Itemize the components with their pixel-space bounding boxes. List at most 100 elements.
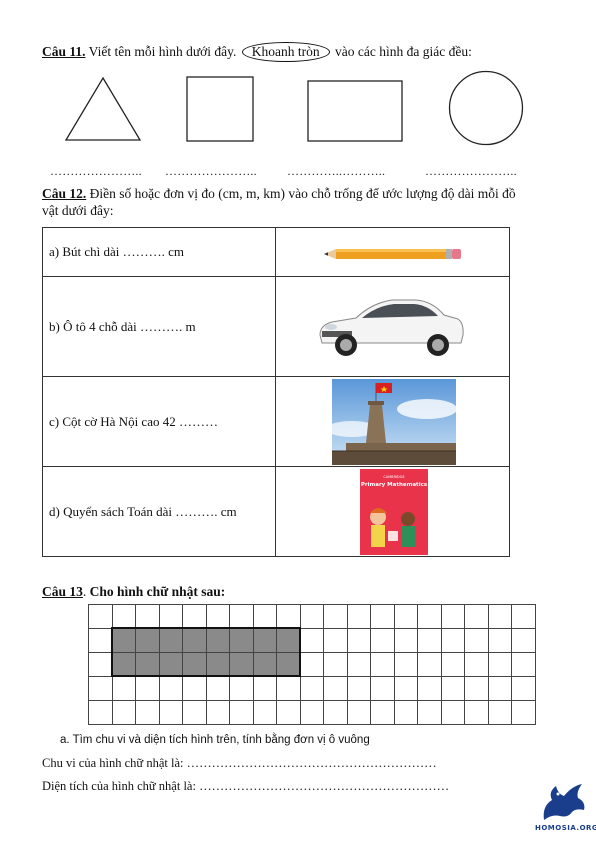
pencil-icon <box>324 249 461 259</box>
grid-cell <box>464 628 489 653</box>
grid-cell <box>346 628 371 653</box>
circle-icon <box>448 70 524 146</box>
grid-cell <box>252 700 277 725</box>
grid-cell <box>88 604 113 629</box>
q11-number: Câu 11. <box>42 44 86 59</box>
grid-cell <box>464 604 489 629</box>
grid-cell <box>346 676 371 701</box>
math-book-title: Primary Mathematics <box>360 482 428 488</box>
grid-row <box>88 652 536 677</box>
flag-tower-image <box>275 376 510 467</box>
grid-cell <box>205 604 230 629</box>
q13-grid <box>88 604 536 725</box>
grid-cell <box>299 652 324 677</box>
q12-row-c: c) Cột cờ Hà Nội cao 42 ……… <box>42 376 510 467</box>
q11-text-after: vào các hình đa giác đều: <box>335 44 472 59</box>
q13-perimeter-line[interactable]: Chu vi của hình chữ nhật là: ……………………………… <box>42 756 437 771</box>
grid-cell <box>417 628 442 653</box>
grid-cell <box>417 652 442 677</box>
math-book-cover: CAMBRIDGE Primary Mathematics <box>360 469 428 555</box>
grid-cell <box>511 652 536 677</box>
grid-cell-filled <box>205 628 230 653</box>
q12-text-line1: Điền số hoặc đơn vị đo (cm, m, km) vào c… <box>89 186 516 201</box>
grid-cell <box>417 676 442 701</box>
homosia-logo-icon <box>543 784 585 820</box>
q13-title: Cho hình chữ nhật sau: <box>89 584 226 599</box>
q12-row-a: a) Bút chì dài ………. cm <box>42 227 510 277</box>
grid-cell <box>182 676 207 701</box>
grid-cell <box>487 676 512 701</box>
grid-cell <box>487 604 512 629</box>
q12-table: a) Bút chì dài ………. cm b) Ô tô 4 chỗ dài… <box>42 227 510 557</box>
grid-row <box>88 628 536 653</box>
grid-cell <box>487 652 512 677</box>
q13-heading: Câu 13. Cho hình chữ nhật sau: <box>42 584 225 600</box>
q11-blank-2[interactable]: ………………….. <box>165 164 257 179</box>
grid-cell-filled <box>229 652 254 677</box>
grid-cell <box>111 700 136 725</box>
grid-cell-filled <box>182 628 207 653</box>
q13-area-line[interactable]: Diện tích của hình chữ nhật là: ……………………… <box>42 779 449 794</box>
grid-cell <box>252 604 277 629</box>
grid-cell <box>417 604 442 629</box>
grid-cell-filled <box>111 628 136 653</box>
q13-dot: . <box>82 584 87 599</box>
car-icon <box>319 299 464 356</box>
grid-cell <box>346 700 371 725</box>
grid-cell-filled <box>229 628 254 653</box>
grid-cell-filled <box>252 628 277 653</box>
grid-cell <box>299 628 324 653</box>
grid-cell <box>511 676 536 701</box>
grid-cell-filled <box>205 652 230 677</box>
q11-blank-4[interactable]: ………………….. <box>425 164 517 179</box>
grid-cell <box>182 700 207 725</box>
grid-cell <box>440 676 465 701</box>
q12-row-c-text[interactable]: c) Cột cờ Hà Nội cao 42 ……… <box>42 376 276 467</box>
grid-cell <box>511 604 536 629</box>
grid-cell-filled <box>276 652 301 677</box>
grid-cell <box>135 676 160 701</box>
math-book-image: CAMBRIDGE Primary Mathematics <box>275 466 510 557</box>
grid-cell <box>487 700 512 725</box>
q12-row-d-text[interactable]: d) Quyển sách Toán dài ………. cm <box>42 466 276 557</box>
grid-cell <box>393 676 418 701</box>
grid-cell <box>158 676 183 701</box>
grid-cell <box>111 676 136 701</box>
grid-cell <box>393 652 418 677</box>
q12-row-b: b) Ô tô 4 chỗ dài ………. m <box>42 276 510 377</box>
q12-row-b-text[interactable]: b) Ô tô 4 chỗ dài ………. m <box>42 276 276 377</box>
grid-cell-filled <box>252 652 277 677</box>
pencil-image <box>275 227 510 277</box>
grid-cell <box>135 604 160 629</box>
grid-cell <box>158 604 183 629</box>
grid-cell <box>299 700 324 725</box>
q11-circled-word: Khoanh tròn <box>241 42 330 62</box>
q12-text-line2: vật dưới đây: <box>42 203 114 218</box>
grid-cell <box>440 700 465 725</box>
math-book-brand: CAMBRIDGE <box>383 475 405 479</box>
q11-blank-1[interactable]: ………………….. <box>50 164 142 179</box>
grid-cell <box>440 604 465 629</box>
grid-cell <box>276 604 301 629</box>
grid-cell <box>487 628 512 653</box>
grid-cell <box>464 652 489 677</box>
q11-blank-3[interactable]: …………..……….. <box>287 164 385 179</box>
grid-cell <box>323 604 348 629</box>
q12-row-a-text[interactable]: a) Bút chì dài ………. cm <box>42 227 276 277</box>
grid-cell <box>393 628 418 653</box>
grid-cell-filled <box>135 628 160 653</box>
grid-cell <box>323 652 348 677</box>
q13-number: Câu 13 <box>42 584 83 599</box>
grid-cell <box>464 676 489 701</box>
grid-cell <box>370 628 395 653</box>
car-image <box>275 276 510 377</box>
grid-cell <box>346 604 371 629</box>
grid-cell <box>370 676 395 701</box>
grid-cell <box>511 700 536 725</box>
grid-cell <box>323 676 348 701</box>
triangle-icon <box>64 76 142 141</box>
grid-cell <box>393 700 418 725</box>
grid-cell-filled <box>111 652 136 677</box>
grid-cell <box>370 652 395 677</box>
flag-tower-icon <box>332 379 456 465</box>
